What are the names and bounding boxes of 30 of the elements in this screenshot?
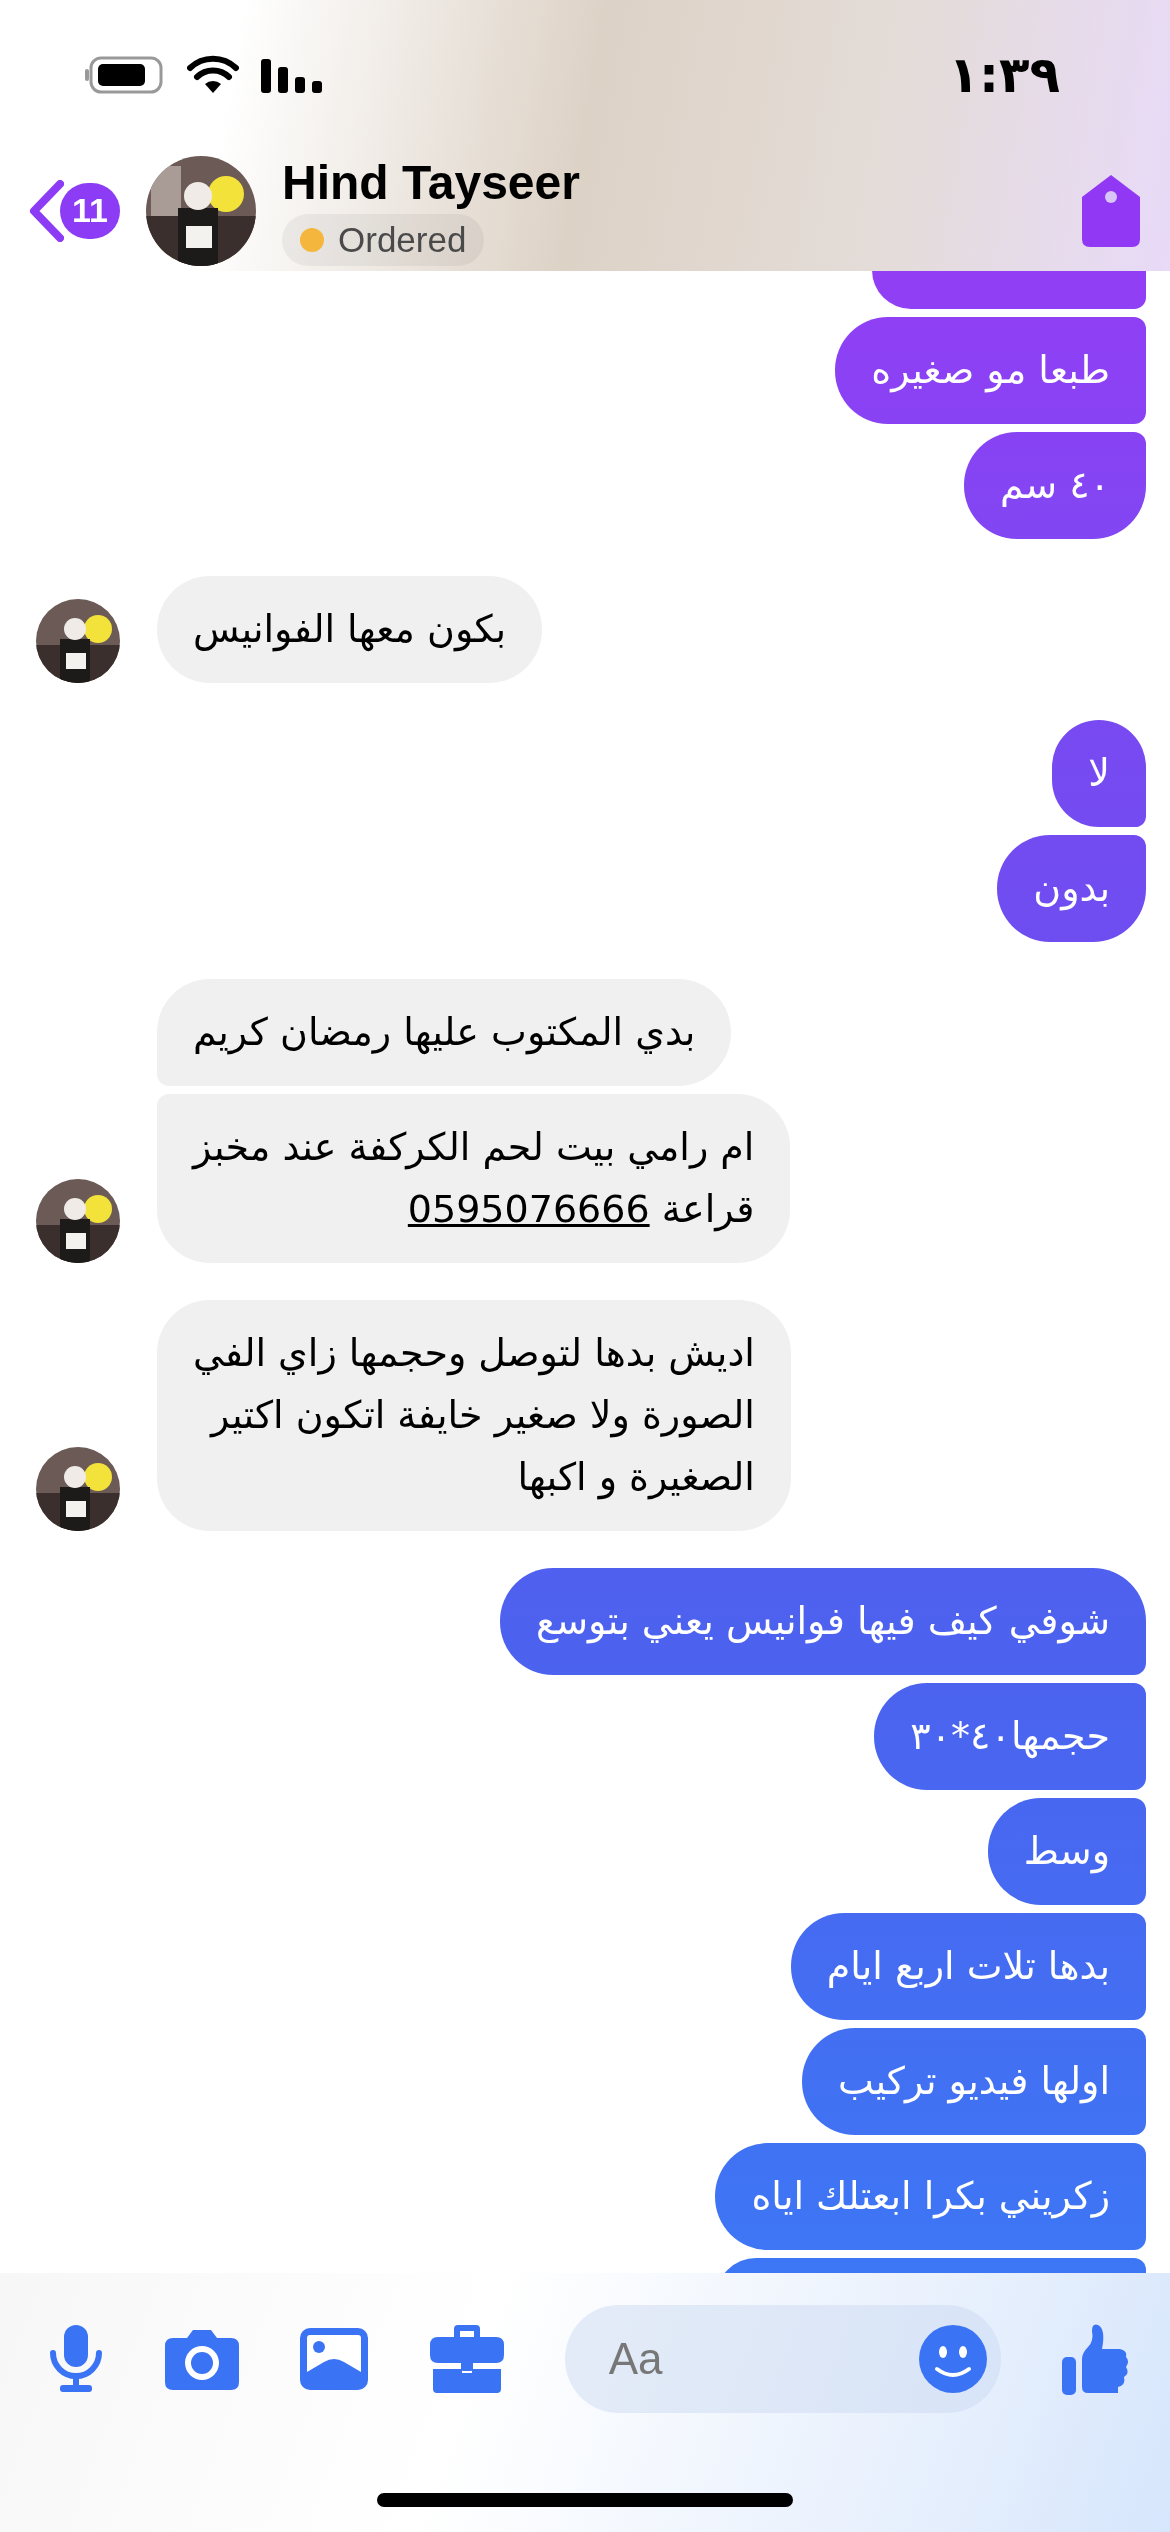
message-bubble[interactable] xyxy=(872,270,1146,309)
briefcase-icon[interactable] xyxy=(429,2325,504,2393)
back-button[interactable]: 11 xyxy=(28,179,120,242)
message-bubble[interactable]: بدون xyxy=(997,835,1146,942)
message-bubble[interactable]: حجمها٤٠*٣٠ xyxy=(874,1683,1146,1790)
message-bubble[interactable]: ٤٠ سم xyxy=(963,432,1146,539)
message-bubble[interactable]: وسط xyxy=(987,1798,1146,1905)
emoji-icon[interactable] xyxy=(918,2325,987,2393)
wifi-icon xyxy=(187,55,239,95)
message-bubble[interactable]: لا xyxy=(1052,720,1146,827)
microphone-icon[interactable] xyxy=(48,2323,104,2395)
message-bubble[interactable]: اديش بدها لتوصل وحجمها زاي الفي الصورة ولا صغير خايفة اتكون اكتير الصغيرة و اكبها xyxy=(157,1300,791,1531)
tag-icon[interactable] xyxy=(1082,174,1140,247)
image-icon[interactable] xyxy=(300,2328,369,2390)
contact-name: Hind Tayseer xyxy=(282,155,580,210)
unread-count: 11 xyxy=(60,182,120,239)
phone-link[interactable]: 0595076666 xyxy=(407,1187,650,1231)
status-time: ١:٣٩ xyxy=(948,46,1060,104)
message-bubble[interactable]: بدها تلات اربع ايام xyxy=(790,1913,1146,2020)
back-icon xyxy=(28,179,64,242)
message-bubble[interactable]: بدي المكتوب عليها رمضان كريم xyxy=(157,979,732,1086)
camera-icon[interactable] xyxy=(165,2328,240,2390)
message-bubble[interactable]: بكون معها الفوانيس xyxy=(157,576,543,683)
message-bubble[interactable]: شوفي كيف فيها فوانيس يعني بتوسع xyxy=(500,1568,1146,1675)
message-bubble[interactable]: زكريني بكرا ابعتلك اياه xyxy=(715,2143,1146,2250)
status-pill[interactable]: Ordered xyxy=(282,214,485,266)
thumbs-up-icon[interactable] xyxy=(1061,2323,1130,2395)
message-bubble[interactable]: طبعا مو صغيره xyxy=(835,317,1146,424)
battery-icon xyxy=(85,55,165,95)
message-bubble[interactable]: اولها فيديو تركيب xyxy=(802,2028,1146,2135)
